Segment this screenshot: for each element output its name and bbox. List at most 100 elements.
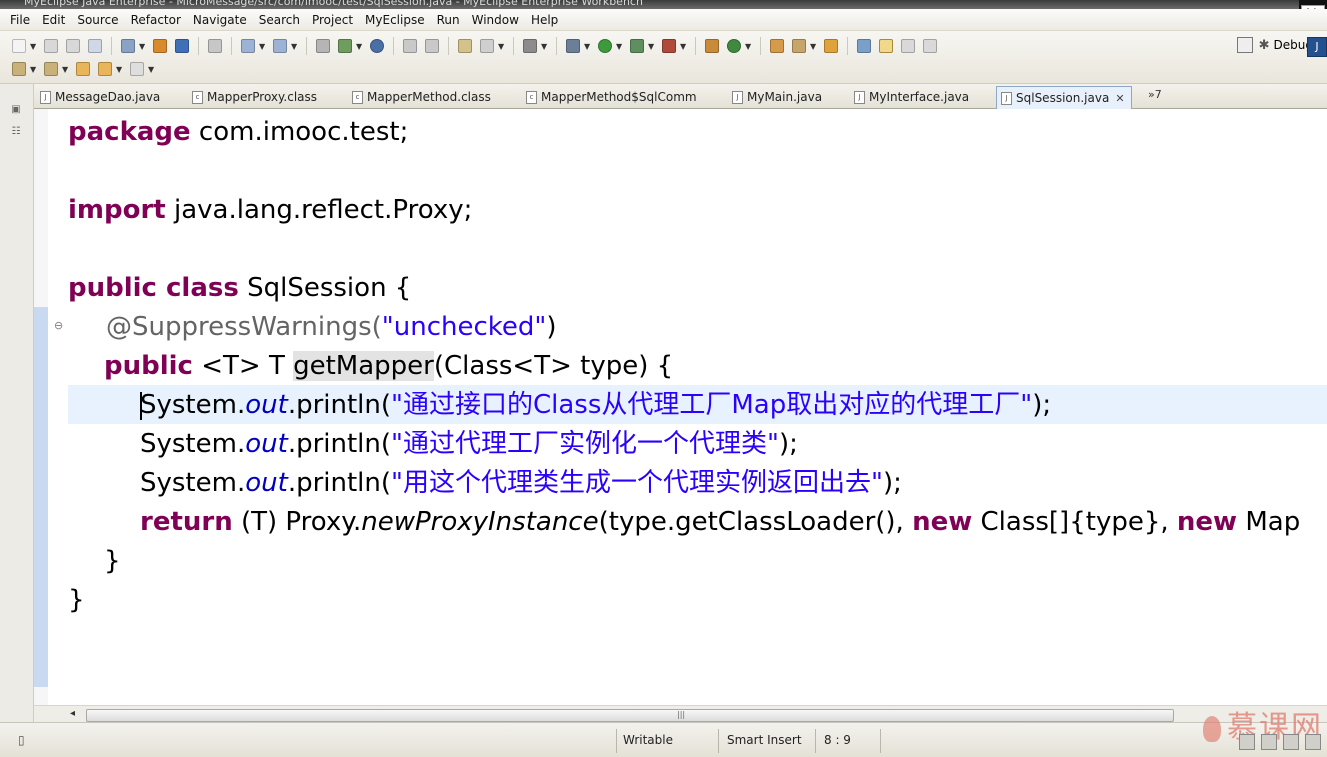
new-icon[interactable]: [12, 39, 26, 53]
open-type-dropdown-icon[interactable]: ▼: [291, 42, 297, 51]
menu-window[interactable]: Window: [466, 13, 525, 27]
globe-icon[interactable]: [370, 39, 384, 53]
menu-source[interactable]: Source: [71, 13, 124, 27]
menu-project[interactable]: Project: [306, 13, 359, 27]
new-class-icon[interactable]: [705, 39, 719, 53]
java-file-icon: J: [732, 90, 743, 104]
server-icon[interactable]: [153, 39, 167, 53]
code-editor[interactable]: ⊖ package com.imooc.test; import java.la…: [34, 109, 1327, 705]
forward-icon[interactable]: [130, 62, 144, 76]
brush-icon[interactable]: [792, 39, 806, 53]
camera-icon[interactable]: [523, 39, 537, 53]
menu-search[interactable]: Search: [253, 13, 306, 27]
prev-annotation-icon[interactable]: [44, 62, 58, 76]
java-perspective-icon[interactable]: J: [1307, 37, 1327, 57]
hierarchy-icon[interactable]: [316, 39, 330, 53]
menu-refactor[interactable]: Refactor: [125, 13, 187, 27]
code-line: System.out.println("用这个代理类生成一个代理实例返回出去")…: [140, 468, 902, 498]
menu-help[interactable]: Help: [525, 13, 564, 27]
wizard-icon[interactable]: [241, 39, 255, 53]
tray-icon[interactable]: [1261, 734, 1277, 750]
menu-myeclipse[interactable]: MyEclipse: [359, 13, 431, 27]
next-annotation-icon[interactable]: [12, 62, 26, 76]
settings-dropdown-icon[interactable]: ▼: [498, 42, 504, 51]
open-file-icon[interactable]: [770, 39, 784, 53]
tab-mappermethod[interactable]: c MapperMethod.class: [352, 86, 491, 108]
code-line: }: [104, 546, 121, 576]
tab-messagedao[interactable]: J MessageDao.java: [40, 86, 160, 108]
tab-mappermethod-sqlcommand[interactable]: c MapperMethod$SqlComm: [526, 86, 697, 108]
settings-icon[interactable]: [480, 39, 494, 53]
back-icon[interactable]: [98, 62, 112, 76]
package-explorer-icon[interactable]: ☷: [10, 126, 22, 138]
menu-navigate[interactable]: Navigate: [187, 13, 253, 27]
status-separator: [616, 729, 617, 753]
tab-overflow-chevron[interactable]: »7: [1148, 88, 1162, 101]
new-dropdown-icon[interactable]: ▼: [30, 42, 36, 51]
tray-icon[interactable]: [1305, 734, 1321, 750]
debug-run-icon[interactable]: [566, 39, 580, 53]
editor-tab-bar: J MessageDao.java c MapperProxy.class c …: [34, 84, 1327, 109]
forward-dropdown-icon[interactable]: ▼: [148, 65, 154, 74]
print-icon[interactable]: [88, 39, 102, 53]
save-all-icon[interactable]: [66, 39, 80, 53]
tab-label: MapperProxy.class: [207, 90, 318, 104]
new-class-dropdown-icon[interactable]: [727, 39, 741, 53]
last-edit-icon[interactable]: [76, 62, 90, 76]
db-dropdown-icon[interactable]: ▼: [356, 42, 362, 51]
wizard-dropdown-icon[interactable]: ▼: [259, 42, 265, 51]
tab-mymain[interactable]: J MyMain.java: [732, 86, 822, 108]
restore-icon[interactable]: ▣: [10, 104, 22, 116]
scroll-left-icon[interactable]: ◂: [70, 708, 75, 719]
prev-annotation-dropdown-icon[interactable]: ▼: [62, 65, 68, 74]
fold-collapse-icon[interactable]: ⊖: [54, 319, 63, 332]
tab-label: MapperMethod$SqlComm: [541, 90, 697, 104]
mark-occurrences-icon[interactable]: [879, 39, 893, 53]
pin-icon[interactable]: [857, 39, 871, 53]
code-line: @SuppressWarnings("unchecked"): [106, 312, 557, 342]
menu-run[interactable]: Run: [431, 13, 466, 27]
report-icon[interactable]: [458, 39, 472, 53]
tray-icon[interactable]: [1283, 734, 1299, 750]
tab-sqlsession[interactable]: J SqlSession.java ✕: [996, 86, 1132, 109]
deploy-dropdown-icon[interactable]: ▼: [139, 42, 145, 51]
browser-icon[interactable]: [208, 39, 222, 53]
external-tools-icon[interactable]: [662, 39, 676, 53]
back-dropdown-icon[interactable]: ▼: [116, 65, 122, 74]
close-icon[interactable]: ✕: [1115, 92, 1124, 105]
save-icon[interactable]: [44, 39, 58, 53]
horizontal-scrollbar[interactable]: ◂ |||: [34, 705, 1327, 723]
run-dropdown-icon[interactable]: ▼: [616, 42, 622, 51]
scrollbar-thumb[interactable]: |||: [86, 709, 1174, 722]
menu-edit[interactable]: Edit: [36, 13, 71, 27]
run-icon[interactable]: [598, 39, 612, 53]
new-class-dropdown-arrow-icon[interactable]: ▼: [745, 42, 751, 51]
next-annotation-dropdown-icon[interactable]: ▼: [30, 65, 36, 74]
brush-dropdown-icon[interactable]: ▼: [810, 42, 816, 51]
perspective-debug[interactable]: ✱ Debug: [1236, 37, 1313, 53]
deploy-icon[interactable]: [121, 39, 135, 53]
show-whitespace-icon[interactable]: [923, 39, 937, 53]
external-tools-dropdown-icon[interactable]: ▼: [680, 42, 686, 51]
tray-icon[interactable]: [1239, 734, 1255, 750]
clipboard-icon[interactable]: [403, 39, 417, 53]
coverage-icon[interactable]: [630, 39, 644, 53]
block-selection-icon[interactable]: [901, 39, 915, 53]
db-icon[interactable]: [338, 39, 352, 53]
tab-myinterface[interactable]: J MyInterface.java: [854, 86, 969, 108]
open-perspective-icon[interactable]: [1236, 37, 1253, 53]
folder-icon[interactable]: [824, 39, 838, 53]
status-bar: ▯ Writable Smart Insert 8 : 9: [0, 722, 1327, 757]
toolbar-separator: [760, 37, 761, 55]
debug-run-dropdown-icon[interactable]: ▼: [584, 42, 590, 51]
refresh-icon[interactable]: [425, 39, 439, 53]
coverage-dropdown-icon[interactable]: ▼: [648, 42, 654, 51]
package-icon[interactable]: [175, 39, 189, 53]
fast-view-icon[interactable]: ▯: [18, 733, 25, 747]
tab-mapperproxy[interactable]: c MapperProxy.class: [192, 86, 317, 108]
open-type-icon[interactable]: [273, 39, 287, 53]
camera-dropdown-icon[interactable]: ▼: [541, 42, 547, 51]
menu-file[interactable]: File: [4, 13, 36, 27]
class-file-icon: c: [192, 90, 203, 104]
window-title: MyEclipse Java Enterprise - MicroMessage…: [24, 0, 643, 8]
